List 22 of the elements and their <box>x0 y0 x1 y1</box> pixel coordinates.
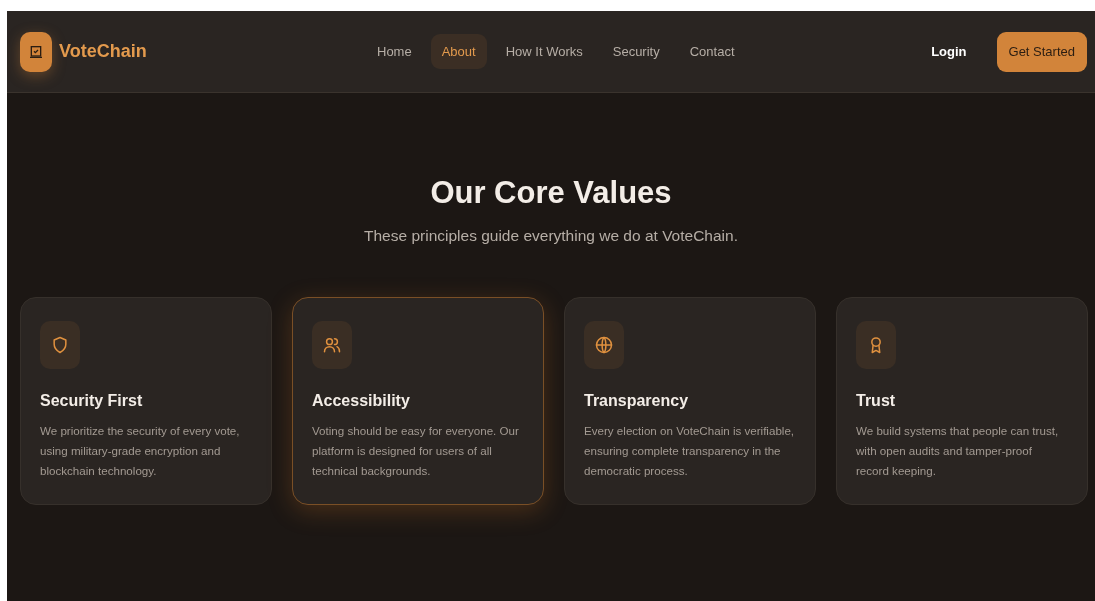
card-description: We prioritize the security of every vote, using military-grade encryption and blockchain technology. <box>40 423 241 479</box>
nav-link[interactable]: Contact <box>678 34 746 69</box>
card-description: Every election on VoteChain is verifiable, ensuring complete transparency in the democratic process. <box>584 423 796 479</box>
users-icon <box>322 335 342 355</box>
card-description: Voting should be easy for everyone. Our platform is designed for users of all technical backgrounds. <box>312 423 520 479</box>
login-link[interactable]: Login <box>925 43 973 60</box>
logo-icon <box>20 31 52 72</box>
card-title: Accessibility <box>312 391 411 411</box>
nav-link[interactable]: How It Works <box>494 34 594 69</box>
nav-link[interactable]: Security <box>601 34 671 69</box>
section-title: Our Core Values <box>429 175 673 211</box>
card-title: Transparency <box>584 391 690 411</box>
nav-link[interactable]: Home <box>366 34 423 69</box>
nav-link[interactable]: About <box>430 34 487 69</box>
shield-icon <box>50 335 70 355</box>
brand-name: VoteChain <box>59 41 147 62</box>
get-started-button[interactable]: Get Started <box>996 31 1087 72</box>
card-description: We build systems that people can trust, with open audits and tamper-proof record keeping. <box>856 423 1060 479</box>
section-subtitle: These principles guide everything we do at VoteChain. <box>363 227 739 245</box>
globe-icon <box>594 335 614 355</box>
card-title: Security First <box>40 391 144 411</box>
card-title: Trust <box>856 391 897 411</box>
